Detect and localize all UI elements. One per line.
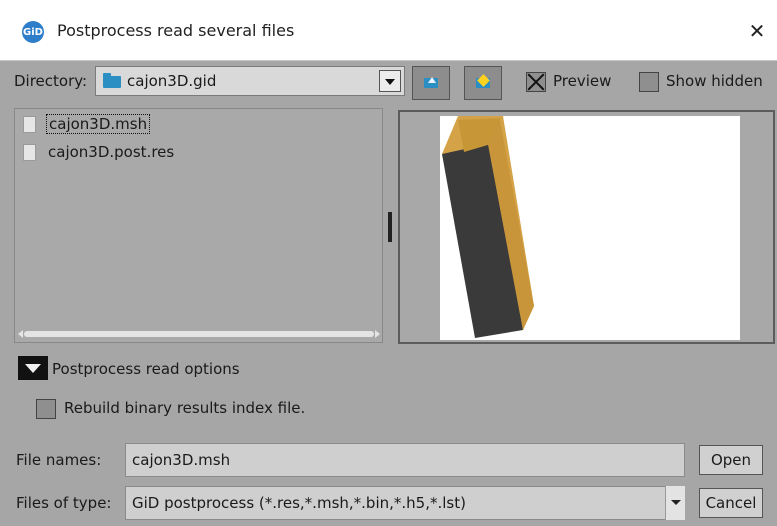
directory-combobox[interactable]: cajon3D.gid [95, 66, 405, 96]
folder-icon [103, 73, 121, 88]
chevron-down-icon[interactable] [379, 70, 401, 92]
rebuild-index-label: Rebuild binary results index file. [64, 399, 306, 417]
new-folder-button[interactable] [464, 66, 502, 100]
file-names-input[interactable]: cajon3D.msh [125, 443, 685, 477]
postprocess-dialog: GiD Postprocess read several files ✕ Dir… [0, 0, 777, 526]
show-hidden-checkbox[interactable] [639, 72, 659, 92]
list-item[interactable]: cajon3D.msh [23, 113, 151, 135]
gid-app-icon: GiD [22, 21, 44, 43]
file-type-label: Files of type: [16, 494, 112, 512]
options-expand-toggle[interactable] [18, 356, 48, 380]
file-names-label: File names: [16, 451, 102, 469]
options-section-label: Postprocess read options [52, 360, 240, 378]
scroll-left-arrow[interactable] [18, 330, 23, 338]
file-list[interactable]: cajon3D.msh cajon3D.post.res [14, 108, 383, 343]
preview-checkbox[interactable] [526, 72, 546, 92]
list-item[interactable]: cajon3D.post.res [23, 141, 176, 163]
preview-label: Preview [553, 72, 612, 90]
mesh-preview-image [442, 116, 534, 338]
open-button[interactable]: Open [699, 445, 763, 475]
window-title: Postprocess read several files [57, 21, 295, 40]
directory-value: cajon3D.gid [127, 72, 217, 90]
folder-up-button[interactable] [412, 66, 450, 100]
file-icon [23, 115, 36, 133]
close-icon[interactable]: ✕ [744, 18, 770, 44]
cancel-button[interactable]: Cancel [699, 488, 763, 518]
chevron-down-icon[interactable] [665, 486, 685, 520]
preview-pane [398, 110, 775, 344]
directory-label: Directory: [14, 72, 88, 90]
file-icon [23, 143, 36, 161]
preview-canvas [440, 116, 740, 340]
scroll-right-arrow[interactable] [375, 330, 380, 338]
pane-splitter-handle[interactable] [388, 212, 392, 242]
title-bar: GiD Postprocess read several files ✕ [0, 0, 777, 61]
file-type-select[interactable]: GiD postprocess (*.res,*.msh,*.bin,*.h5,… [125, 486, 685, 520]
rebuild-index-checkbox[interactable] [36, 399, 56, 419]
file-name: cajon3D.post.res [48, 143, 175, 161]
file-name: cajon3D.msh [46, 114, 151, 134]
show-hidden-label: Show hidden [666, 72, 763, 90]
horizontal-scrollbar[interactable] [24, 331, 374, 337]
